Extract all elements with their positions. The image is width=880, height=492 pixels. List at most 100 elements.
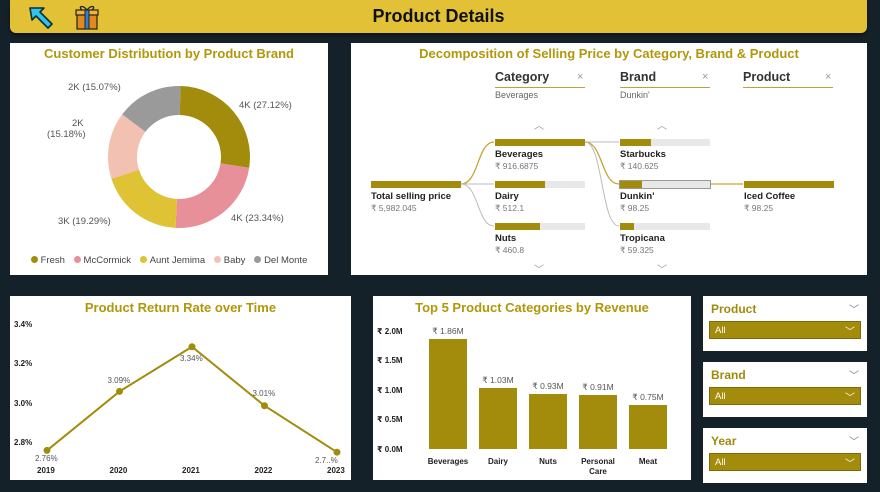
line-point[interactable] xyxy=(261,402,268,410)
line-point[interactable] xyxy=(116,387,123,395)
decomp-node-icedcoffee[interactable]: Iced Coffee ₹ 98.25 xyxy=(744,181,834,214)
bar-value-label: ₹ 1.03M xyxy=(482,375,514,386)
node-value: ₹ 512.1 xyxy=(495,203,525,213)
barchart-title: Top 5 Product Categories by Revenue xyxy=(415,300,649,315)
bar-value-label: ₹ 0.75M xyxy=(632,391,664,402)
x-tick: 2021 xyxy=(182,466,200,475)
linechart-card: Product Return Rate over Time 3.4% 3.2% … xyxy=(10,296,351,480)
x-tick: 2023 xyxy=(327,466,345,475)
donut-slice-aunt-jemima[interactable] xyxy=(111,169,177,228)
x-tick: Nuts xyxy=(539,457,557,466)
legend-item-baby[interactable]: Baby xyxy=(213,255,245,266)
point-label: 2.7..% xyxy=(315,456,338,466)
donut-label-delmonte: 2K (15.07%) xyxy=(68,82,121,93)
node-label: Dairy xyxy=(495,191,519,202)
y-tick: ₹ 0.5M xyxy=(377,415,403,424)
donut-label-auntjemima: 3K (19.29%) xyxy=(58,216,111,227)
node-label: Dunkin' xyxy=(620,191,655,202)
chevron-down-icon[interactable]: ﹀ xyxy=(657,261,667,276)
decomp-connectors xyxy=(460,141,743,227)
node-value: ₹ 140.625 xyxy=(620,161,659,171)
point-label: 2.76% xyxy=(35,454,58,464)
node-label: Beverages xyxy=(495,149,544,160)
decomp-node-tropicana[interactable]: Tropicana ₹ 59.325 xyxy=(620,223,710,256)
chevron-down-icon[interactable]: ﹀ xyxy=(534,261,544,276)
chevron-down-icon: ﹀ xyxy=(845,327,855,338)
bar-meat[interactable] xyxy=(629,404,667,449)
decomp-node-dunkin[interactable]: Dunkin' ₹ 98.25 xyxy=(619,180,711,214)
donut-label-baby-b: (15.18%) xyxy=(47,129,86,140)
node-label: Starbucks xyxy=(620,149,666,160)
x-tick: 2020 xyxy=(109,466,128,475)
slicer-title: Year xyxy=(711,434,737,448)
decomp-node-nuts[interactable]: Nuts ₹ 460.8 xyxy=(495,223,585,256)
bar-dairy[interactable] xyxy=(479,388,517,449)
bar-personal-care[interactable] xyxy=(579,395,617,449)
decomp-bar-fill xyxy=(620,139,651,146)
x-tick: Dairy xyxy=(487,457,508,466)
slicer-title: Product xyxy=(711,302,757,316)
decomp-bar-fill xyxy=(620,181,642,188)
bar-nuts[interactable] xyxy=(529,394,567,449)
line-chart-plot xyxy=(43,343,341,456)
bar-value-label: ₹ 0.93M xyxy=(532,381,564,392)
node-label: Tropicana xyxy=(620,233,665,244)
year-dropdown[interactable]: All ﹀ xyxy=(709,453,861,471)
chevron-up-icon[interactable]: ︿ xyxy=(657,117,667,132)
legend-item-mccormick[interactable]: McCormick xyxy=(73,255,131,266)
chevron-down-icon: ﹀ xyxy=(845,459,855,470)
brand-dropdown[interactable]: All ﹀ xyxy=(709,387,861,405)
dropdown-value: All xyxy=(715,325,726,336)
y-tick: ₹ 0.0M xyxy=(377,445,403,454)
donut-label-mccormick: 4K (23.34%) xyxy=(231,213,284,224)
node-label: Nuts xyxy=(495,233,517,244)
node-label: Total selling price xyxy=(371,191,452,202)
chevron-down-icon[interactable]: ﹀ xyxy=(849,301,859,316)
node-value: ₹ 98.25 xyxy=(744,203,774,213)
donut-card: Customer Distribution by Product Brand 4… xyxy=(10,43,328,275)
decomp-bar-fill xyxy=(744,181,834,188)
decomp-bar-fill xyxy=(620,223,634,230)
decomp-bar-fill xyxy=(495,139,585,146)
barchart-card: Top 5 Product Categories by Revenue ₹ 2.… xyxy=(373,296,691,480)
point-label: 3.09% xyxy=(107,376,131,386)
x-tick: Meat xyxy=(638,457,658,466)
legend-item-delmonte[interactable]: Del Monte xyxy=(254,255,307,266)
chevron-down-icon[interactable]: ﹀ xyxy=(849,367,859,382)
header-bar: Product Details xyxy=(10,0,867,33)
decomp-node-starbucks[interactable]: Starbucks ₹ 140.625 xyxy=(620,139,710,172)
decomp-node-root[interactable]: Total selling price ₹ 5,982.045 xyxy=(371,181,461,214)
point-label: 3.01% xyxy=(252,388,276,398)
chevron-down-icon: ﹀ xyxy=(845,393,855,404)
x-tick: Beverages xyxy=(427,457,469,466)
x-tick: Personal Care xyxy=(581,457,615,476)
page-title: Product Details xyxy=(372,6,505,26)
decomp-node-beverages[interactable]: Beverages ₹ 916.6875 xyxy=(495,139,585,172)
chevron-down-icon[interactable]: ﹀ xyxy=(849,433,859,448)
decomp-node-dairy[interactable]: Dairy ₹ 512.1 xyxy=(495,181,585,214)
x-tick: 2019 xyxy=(37,466,55,475)
bar-beverages[interactable] xyxy=(429,339,467,449)
slicer-title: Brand xyxy=(711,368,746,382)
legend-item-fresh[interactable]: Fresh xyxy=(30,255,65,266)
node-value: ₹ 59.325 xyxy=(620,245,654,255)
y-tick: ₹ 1.5M xyxy=(377,356,403,365)
bar-value-label: ₹ 1.86M xyxy=(432,326,464,337)
chevron-up-icon[interactable]: ︿ xyxy=(534,117,544,132)
donut-label-fresh: 4K (27.12%) xyxy=(239,100,292,111)
line-point[interactable] xyxy=(333,448,341,456)
decomp-bar-fill xyxy=(495,223,540,230)
node-value: ₹ 5,982.045 xyxy=(371,203,417,213)
donut-slice-fresh[interactable] xyxy=(179,86,250,168)
product-dropdown[interactable]: All ﹀ xyxy=(709,321,861,339)
slicer-brand: Brand ﹀ All ﹀ xyxy=(703,362,867,417)
legend-item-auntjemima[interactable]: Aunt Jemima xyxy=(139,255,205,266)
donut-chart xyxy=(108,86,250,228)
line-point[interactable] xyxy=(43,446,51,454)
donut-label-baby-a: 2K xyxy=(72,118,84,129)
dropdown-value: All xyxy=(715,457,726,468)
decomp-bar-fill xyxy=(495,181,546,188)
line-point[interactable] xyxy=(188,343,196,351)
x-tick: 2022 xyxy=(254,466,273,475)
node-value: ₹ 460.8 xyxy=(495,245,525,255)
